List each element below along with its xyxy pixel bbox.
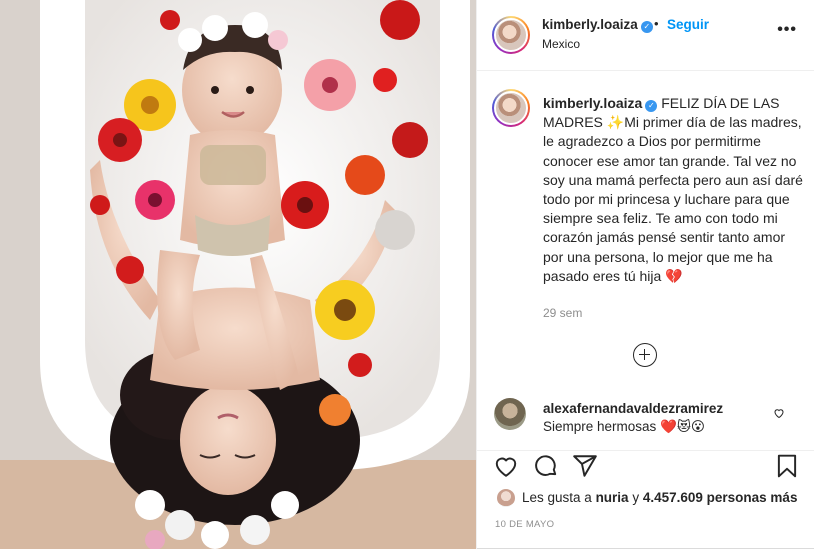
post-header: kimberly.loaiza ✓ • Seguir Mexico ••• xyxy=(477,0,814,71)
author-username[interactable]: kimberly.loaiza ✓ xyxy=(542,17,653,33)
liker-avatar[interactable] xyxy=(496,488,516,508)
post-location[interactable]: Mexico xyxy=(542,37,580,51)
verified-badge-icon: ✓ xyxy=(645,100,658,112)
comment-text: Siempre hermosas ❤️😻😮 xyxy=(543,419,705,435)
paper-plane-icon[interactable] xyxy=(572,453,598,479)
caption-time-ago[interactable]: 29 sem xyxy=(543,306,582,320)
likes-text: Les gusta a nuria y 4.457.609 personas m… xyxy=(522,490,797,505)
likes-prefix: Les gusta a xyxy=(522,490,596,505)
bookmark-icon[interactable] xyxy=(774,453,800,479)
plus-circle-icon[interactable] xyxy=(633,343,657,367)
likes-summary: Les gusta a nuria y 4.457.609 personas m… xyxy=(477,487,814,509)
avatar-image xyxy=(494,18,528,52)
bathtub-photo-illustration xyxy=(0,0,476,549)
verified-badge-icon: ✓ xyxy=(640,21,653,33)
header-separator: • xyxy=(654,16,659,31)
comment-emojis: ❤️😻😮 xyxy=(660,419,706,434)
caption-username-text[interactable]: kimberly.loaiza xyxy=(543,95,642,111)
heart-icon[interactable] xyxy=(493,453,519,479)
author-avatar[interactable] xyxy=(492,16,530,54)
commenter-avatar[interactable] xyxy=(494,398,526,430)
instagram-post: kimberly.loaiza ✓ • Seguir Mexico ••• kim… xyxy=(0,0,814,549)
author-username-text[interactable]: kimberly.loaiza xyxy=(542,17,638,32)
likes-connector: y xyxy=(628,490,643,505)
post-photo[interactable] xyxy=(0,0,476,549)
more-options-icon[interactable]: ••• xyxy=(777,22,797,38)
caption-avatar[interactable] xyxy=(492,89,530,127)
comment-username[interactable]: alexafernandavaldezramirez xyxy=(543,401,723,416)
broken-heart-emoji: 💔 xyxy=(665,267,683,284)
sparkle-emoji: ✨ xyxy=(606,114,625,131)
caption-username[interactable]: kimberly.loaiza ✓ xyxy=(543,95,658,112)
post-caption: kimberly.loaiza ✓ FELIZ DÍA DE LAS MADRES… xyxy=(477,71,814,390)
caption-text: kimberly.loaiza ✓ FELIZ DÍA DE LAS MADRES… xyxy=(543,94,805,286)
follow-button[interactable]: Seguir xyxy=(667,17,709,32)
avatar-image xyxy=(494,91,528,125)
comment-text-body: Siempre hermosas xyxy=(543,419,661,434)
comment-icon[interactable] xyxy=(533,453,559,479)
likes-first-user[interactable]: nuria xyxy=(596,490,629,505)
caption-text-part2: Mi primer día de las madres, le agradezc… xyxy=(543,114,803,284)
comment-item: alexafernandavaldezramirez Siempre hermo… xyxy=(477,390,814,450)
post-side-panel: kimberly.loaiza ✓ • Seguir Mexico ••• kim… xyxy=(476,0,814,549)
post-date[interactable]: 10 DE MAYO xyxy=(495,519,554,530)
likes-count[interactable]: 4.457.609 personas más xyxy=(643,490,798,505)
heart-outline-icon[interactable] xyxy=(773,407,785,419)
